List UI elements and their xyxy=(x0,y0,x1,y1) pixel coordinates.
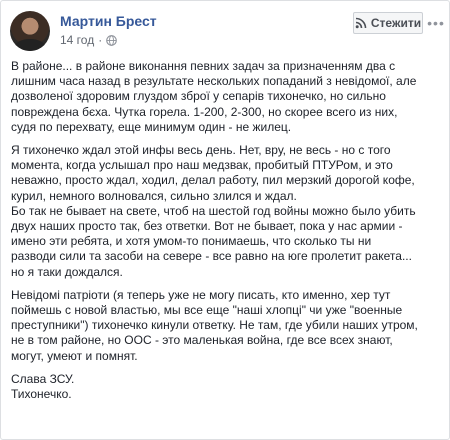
text-line: разводи сили та засоби на севере - все р… xyxy=(11,249,412,264)
text-line: повреждена бєха. Чутка горела. 1-200, 2-… xyxy=(11,104,398,119)
text-line: неважно, просто ждал, ходил, делал работ… xyxy=(11,173,415,188)
rss-follow-icon xyxy=(355,17,367,29)
text-line: Тихонечко. xyxy=(11,387,72,402)
text-line: преступники") тихонечко кинули ответку. … xyxy=(11,318,418,333)
text-line: момента, когда услышал про наш медзвак, … xyxy=(11,158,393,173)
follow-button-label: Стежити xyxy=(370,16,422,30)
author-name[interactable]: Мартин Брест xyxy=(60,13,157,29)
text-line: В районе... в районе виконання певних за… xyxy=(11,59,396,73)
text-line: двух наших просто так, без ответки. Вот … xyxy=(11,219,403,234)
text-line: курил, немного волновался, сильно злился… xyxy=(11,188,297,203)
text-line: поймешь с новой властью, мы все еще "наш… xyxy=(11,303,403,318)
post-timestamp[interactable]: 14 год xyxy=(60,33,94,47)
post-meta: 14 год · xyxy=(60,33,118,47)
avatar-silhouette xyxy=(14,39,46,51)
text-line: Бо так не бывает на свете, чтоб на шесто… xyxy=(11,203,416,218)
text-line: могут, умеют и помнят. xyxy=(11,348,138,363)
text-line: судя по перехвату, еще минимум один - не… xyxy=(11,119,292,134)
post-paragraph: Я тихонечко ждал этой инфы весь день. Не… xyxy=(11,143,443,280)
text-line: Невідомі патріоти (я теперь уже не могу … xyxy=(11,287,391,302)
post-paragraph: Слава ЗСУ. Тихонечко. xyxy=(11,372,443,402)
text-line: дозволеної здоровим глуздом зброї у сепа… xyxy=(11,89,386,104)
text-line: Я тихонечко ждал этой инфы весь день. Не… xyxy=(11,143,391,158)
globe-icon xyxy=(106,34,118,46)
post-paragraph: Невідомі патріоти (я теперь уже не могу … xyxy=(11,288,443,364)
text-line: Слава ЗСУ. xyxy=(11,371,75,386)
text-line: не в том районе, но ООС - это маленькая … xyxy=(11,333,393,348)
text-line: лишним часа назад в результате нескольки… xyxy=(11,74,417,89)
more-options-icon[interactable]: ••• xyxy=(427,12,444,34)
facebook-post: Мартин Брест 14 год · Стежити ••• В райо… xyxy=(0,0,450,440)
text-line: имено эти ребята, и хотя умом-то понимае… xyxy=(11,234,372,249)
post-paragraph: В районе... в районе виконання певних за… xyxy=(11,59,443,135)
post-body: В районе... в районе виконання певних за… xyxy=(11,59,443,410)
follow-button[interactable]: Стежити xyxy=(353,12,423,34)
author-avatar[interactable] xyxy=(10,11,50,51)
post-header: Мартин Брест 14 год · Стежити ••• xyxy=(1,1,449,55)
text-line: но я таки дождался. xyxy=(11,264,123,279)
